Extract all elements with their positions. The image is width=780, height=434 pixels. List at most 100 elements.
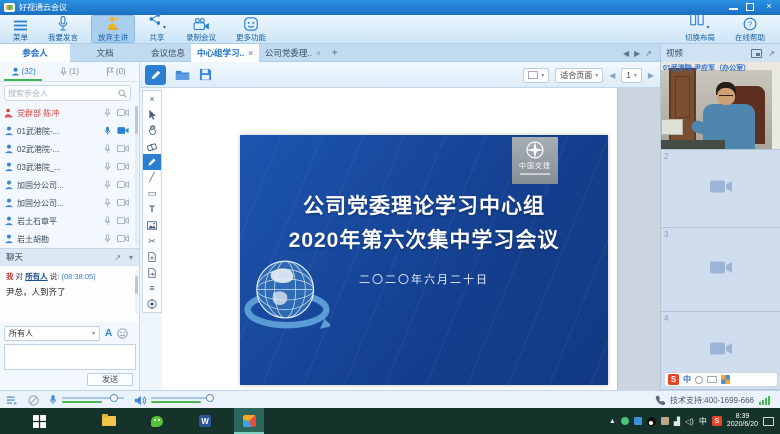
online-help-button[interactable]: ? 在线帮助 — [728, 15, 772, 43]
mic-icon[interactable] — [104, 180, 111, 190]
close-button[interactable]: × — [762, 1, 776, 12]
file-explorer-button[interactable] — [94, 408, 124, 434]
send-button[interactable]: 发送 — [87, 373, 133, 386]
camera-icon[interactable] — [117, 234, 129, 243]
chat-recipient-select[interactable]: 所有人 ▾ — [4, 326, 100, 341]
close-palette-icon[interactable]: × — [143, 91, 161, 107]
video-expand-icon[interactable]: ↗ — [768, 49, 775, 58]
share-button[interactable]: ▾ 共享 — [141, 15, 173, 43]
filter-speaking[interactable]: (1) — [46, 62, 92, 81]
video-thumbnail-icon[interactable] — [751, 49, 762, 58]
keyboard-icon[interactable] — [707, 376, 717, 383]
chat-popout-icon[interactable]: ↗ — [114, 253, 121, 262]
participant-row[interactable]: 03武港院_... — [0, 158, 139, 176]
prev-page-icon[interactable]: ◀ — [609, 71, 615, 80]
record-meeting-button[interactable]: 录制会议 — [179, 15, 223, 43]
save-icon[interactable] — [199, 68, 212, 81]
participant-scrollbar[interactable] — [135, 106, 138, 246]
eraser-tool-icon[interactable] — [143, 138, 161, 154]
mic-icon[interactable] — [104, 216, 111, 226]
annotate-button[interactable] — [145, 65, 166, 85]
filter-hand-raised[interactable]: (0) — [93, 62, 139, 81]
filter-all-participants[interactable]: (32) — [0, 62, 46, 81]
notification-center-icon[interactable] — [763, 417, 774, 426]
select-tool-icon[interactable] — [143, 107, 161, 123]
meeting-notes-icon[interactable] — [6, 395, 18, 406]
speaker-volume-slider[interactable] — [151, 397, 213, 403]
export-page-icon[interactable] — [143, 265, 161, 281]
menu-button[interactable]: 菜单 — [6, 15, 35, 43]
tab-meeting-info[interactable]: 会议信息 — [145, 44, 191, 62]
camera-disabled-icon[interactable] — [28, 395, 39, 406]
tray-network-icon[interactable]: ▟ — [674, 417, 680, 426]
chat-input[interactable] — [5, 345, 135, 369]
camera-icon[interactable] — [117, 180, 129, 189]
fullscreen-icon[interactable]: ↗ — [645, 49, 652, 58]
tray-expand-icon[interactable]: ▲ — [609, 418, 616, 425]
camera-on-icon[interactable] — [117, 126, 129, 135]
camera-icon[interactable] — [117, 108, 129, 117]
tab-documents[interactable]: 文档 — [70, 44, 140, 62]
participant-row[interactable]: 01武港院-... — [0, 122, 139, 140]
pages-list-icon[interactable]: ≡ — [143, 281, 161, 297]
tab-scroll-left-icon[interactable]: ◀ — [623, 49, 629, 58]
mic-icon[interactable] — [104, 198, 111, 208]
restore-button[interactable] — [746, 3, 754, 11]
word-button[interactable]: W — [190, 408, 220, 434]
camera-icon[interactable] — [117, 216, 129, 225]
give-up-presenter-button[interactable]: 放弃主讲 — [91, 15, 135, 43]
ime-indicator[interactable]: 中 — [699, 416, 707, 427]
meeting-app-button[interactable] — [234, 408, 264, 434]
font-button[interactable]: A — [105, 328, 112, 339]
mic-icon[interactable] — [104, 108, 111, 118]
mic-volume-icon[interactable] — [49, 394, 57, 406]
chat-collapse-icon[interactable]: ▾ — [129, 253, 133, 262]
camera-icon[interactable] — [117, 198, 129, 207]
speaker-volume-icon[interactable] — [134, 395, 146, 406]
sogou-input-bar[interactable]: S 中 — [664, 372, 778, 387]
emoji-picker-icon[interactable] — [695, 376, 703, 384]
tab-doc-2[interactable]: 公司党委理.. × — [259, 44, 327, 62]
clock[interactable]: 8:39 2020/6/20 — [727, 413, 758, 429]
input-mode-indicator[interactable]: 中 — [683, 374, 691, 385]
start-button[interactable] — [24, 408, 54, 434]
video-feed-2[interactable]: 2 — [661, 150, 780, 228]
switch-layout-button[interactable]: ▾ 切换布局 — [678, 15, 722, 43]
text-tool-icon[interactable]: T — [143, 202, 161, 218]
import-page-icon[interactable] — [143, 249, 161, 265]
mic-icon[interactable] — [104, 162, 111, 172]
mic-on-icon[interactable] — [104, 126, 111, 136]
image-tool-icon[interactable] — [143, 217, 161, 233]
list-view-icon[interactable] — [134, 88, 135, 98]
pencil-tool-icon[interactable] — [143, 154, 161, 170]
participant-row[interactable]: 02武港院-... — [0, 140, 139, 158]
open-folder-icon[interactable] — [175, 69, 190, 81]
wechat-button[interactable] — [142, 408, 172, 434]
camera-icon[interactable] — [117, 162, 129, 171]
line-tool-icon[interactable]: ╱ — [143, 170, 161, 186]
participant-row[interactable]: 岩土胡勘 — [0, 230, 139, 248]
camera-icon[interactable] — [117, 144, 129, 153]
mic-icon[interactable] — [104, 144, 111, 154]
tray-green-icon[interactable] — [621, 417, 629, 425]
sogou-tray-icon[interactable]: S — [712, 416, 722, 426]
color-dropdown[interactable]: ▾ — [523, 68, 549, 83]
participant-row[interactable]: 加固分公司... — [0, 194, 139, 212]
tray-blue-icon[interactable] — [634, 417, 642, 425]
next-page-icon[interactable]: ▶ — [648, 71, 654, 80]
more-functions-button[interactable]: 更多功能 — [229, 15, 273, 43]
minimize-button[interactable] — [729, 2, 738, 10]
speak-button[interactable]: 我要发言 — [41, 15, 85, 43]
tray-gray-icon[interactable] — [661, 417, 669, 425]
emoji-button[interactable] — [117, 328, 128, 339]
chat-scrollbar[interactable] — [135, 270, 138, 314]
zoom-fit-dropdown[interactable]: 适合页面 ▾ — [555, 68, 603, 83]
participant-row[interactable]: 岩土石章平 — [0, 212, 139, 230]
page-number-dropdown[interactable]: 1 ▾ — [621, 68, 641, 83]
laser-stamp-icon[interactable] — [143, 296, 161, 312]
tray-speaker-icon[interactable]: ◁) — [685, 417, 694, 426]
cut-tool-icon[interactable]: ✂ — [143, 233, 161, 249]
participant-row[interactable]: 加固分公司... — [0, 176, 139, 194]
video-feed-1[interactable]: 01武港院-尹应军（办公室） — [661, 62, 780, 150]
video-feed-3[interactable]: 3 — [661, 228, 780, 312]
